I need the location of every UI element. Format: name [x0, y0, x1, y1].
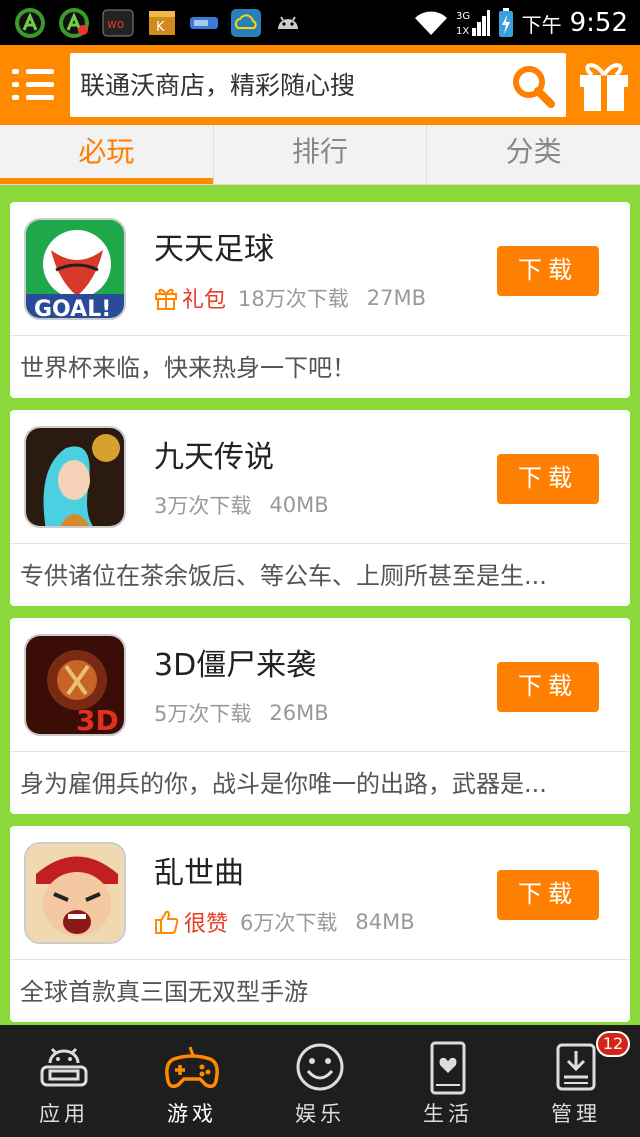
search-box: [70, 53, 566, 117]
nav-entertainment[interactable]: 娱乐: [256, 1025, 384, 1137]
app-description: 世界杯来临，快来热身一下吧！: [20, 354, 356, 382]
green-a-icon: [59, 8, 89, 38]
app-card[interactable]: GOAL! 天天足球 礼包 18万次下载 27MB 下载 世界杯来临，快来热身一…: [10, 202, 630, 398]
download-count: 3万次下载: [154, 494, 252, 518]
download-count: 5万次下载: [154, 702, 252, 726]
green-a-icon: [15, 8, 45, 38]
app-description: 全球首款真三国无双型手游: [20, 978, 308, 1006]
nav-label: 应用: [39, 1102, 89, 1126]
tab-ranking[interactable]: 排行: [214, 125, 428, 184]
app-name: 3D僵尸来袭: [154, 648, 317, 683]
app-name: 天天足球: [154, 232, 274, 267]
gift-icon: [155, 288, 177, 310]
smiley-icon: [296, 1043, 344, 1091]
nav-label: 游戏: [167, 1102, 217, 1126]
svg-text:wo: wo: [107, 17, 124, 31]
phone-heart-icon: [430, 1041, 466, 1095]
app-card[interactable]: 九天传说 3万次下载 40MB 下载 专供诸位在茶余饭后、等公车、上厕所甚至是生…: [10, 410, 630, 606]
app-meta: 3万次下载 40MB: [154, 490, 329, 520]
thumbs-up-icon: [155, 910, 179, 934]
app-icon-legend[interactable]: [24, 426, 126, 528]
usb-icon: [190, 17, 218, 29]
robot-sofa-icon: [40, 1047, 88, 1087]
signal-icon: 3G1X: [456, 10, 490, 37]
app-card[interactable]: 3D 3D僵尸来袭 5万次下载 26MB 下载 身为雇佣兵的你，战斗是你唯一的出…: [10, 618, 630, 814]
status-ampm: 下午: [521, 12, 562, 37]
gift-icon[interactable]: [574, 55, 634, 115]
app-description: 身为雇佣兵的你，战斗是你唯一的出路，武器是...: [20, 770, 547, 798]
nav-label: 管理: [551, 1102, 601, 1126]
svg-text:GOAL!: GOAL!: [34, 297, 111, 320]
badge-label: 礼包: [182, 288, 227, 313]
menu-button[interactable]: [12, 63, 56, 107]
wo-icon: wo: [102, 9, 134, 37]
nav-games[interactable]: 游戏: [128, 1025, 256, 1137]
menu-icon: [12, 69, 19, 74]
header-bar: [0, 45, 640, 125]
nav-label: 娱乐: [295, 1102, 345, 1126]
signal-1x-label: 1X: [456, 26, 469, 37]
download-count: 6万次下载: [240, 911, 338, 935]
status-bar: wo K 3G 1X 下午 9:52: [0, 0, 640, 45]
app-size: 26MB: [269, 701, 329, 725]
download-count: 18万次下载: [238, 287, 349, 311]
kingsoft-icon: K: [149, 11, 175, 35]
app-icon-football[interactable]: GOAL!: [24, 218, 126, 320]
svg-text:K: K: [156, 20, 165, 35]
tab-must-play[interactable]: 必玩: [0, 125, 214, 184]
nav-life[interactable]: 生活: [384, 1025, 512, 1137]
status-right: 3G 1X 下午 9:52: [414, 5, 628, 41]
nav-apps[interactable]: 应用: [0, 1025, 128, 1137]
gift-badge: 礼包: [154, 282, 226, 314]
app-description: 专供诸位在茶余饭后、等公车、上厕所甚至是生...: [20, 562, 547, 590]
app-icon-luanshiqu[interactable]: [24, 842, 126, 944]
app-meta: 很赞 6万次下载 84MB: [154, 906, 415, 938]
gamepad-icon: [165, 1046, 219, 1089]
search-input[interactable]: [80, 53, 500, 117]
app-meta: 礼包 18万次下载 27MB: [154, 282, 426, 314]
app-icon-zombie[interactable]: 3D: [24, 634, 126, 736]
nav-label: 生活: [423, 1102, 473, 1126]
signal-3g-label: 3G: [456, 11, 470, 22]
app-card-main: 九天传说 3万次下载 40MB 下载: [10, 410, 630, 544]
download-button[interactable]: 下载: [497, 454, 599, 504]
thumb-badge: 很赞: [154, 906, 228, 938]
app-size: 27MB: [366, 286, 426, 310]
download-button[interactable]: 下载: [497, 246, 599, 296]
status-time: 9:52: [569, 8, 628, 38]
tab-category[interactable]: 分类: [427, 125, 640, 184]
app-size: 40MB: [269, 493, 329, 517]
tab-bar: 必玩 排行 分类: [0, 125, 640, 185]
app-name: 九天传说: [154, 440, 274, 475]
svg-text:3D: 3D: [76, 704, 119, 736]
app-card-main: GOAL! 天天足球 礼包 18万次下载 27MB 下载: [10, 202, 630, 336]
download-manage-icon: [556, 1043, 596, 1091]
nav-manage[interactable]: 管理 12: [512, 1025, 640, 1137]
battery-icon: [498, 8, 513, 37]
app-name: 乱世曲: [154, 856, 244, 891]
app-card-main: 3D 3D僵尸来袭 5万次下载 26MB 下载: [10, 618, 630, 752]
app-card-main: 乱世曲 很赞 6万次下载 84MB 下载: [10, 826, 630, 960]
android-icon: [278, 16, 298, 29]
search-icon[interactable]: [510, 63, 556, 109]
cloud-icon: [231, 9, 261, 37]
bottom-nav: 应用 游戏 娱乐 生活 管理 12: [0, 1025, 640, 1137]
download-button[interactable]: 下载: [497, 662, 599, 712]
download-button[interactable]: 下载: [497, 870, 599, 920]
app-size: 84MB: [355, 910, 415, 934]
app-card[interactable]: 乱世曲 很赞 6万次下载 84MB 下载 全球首款真三国无双型手游: [10, 826, 630, 1022]
badge-label: 很赞: [184, 912, 229, 937]
update-count-badge: 12: [596, 1031, 630, 1057]
app-meta: 5万次下载 26MB: [154, 698, 329, 728]
wifi-icon: [414, 11, 447, 35]
